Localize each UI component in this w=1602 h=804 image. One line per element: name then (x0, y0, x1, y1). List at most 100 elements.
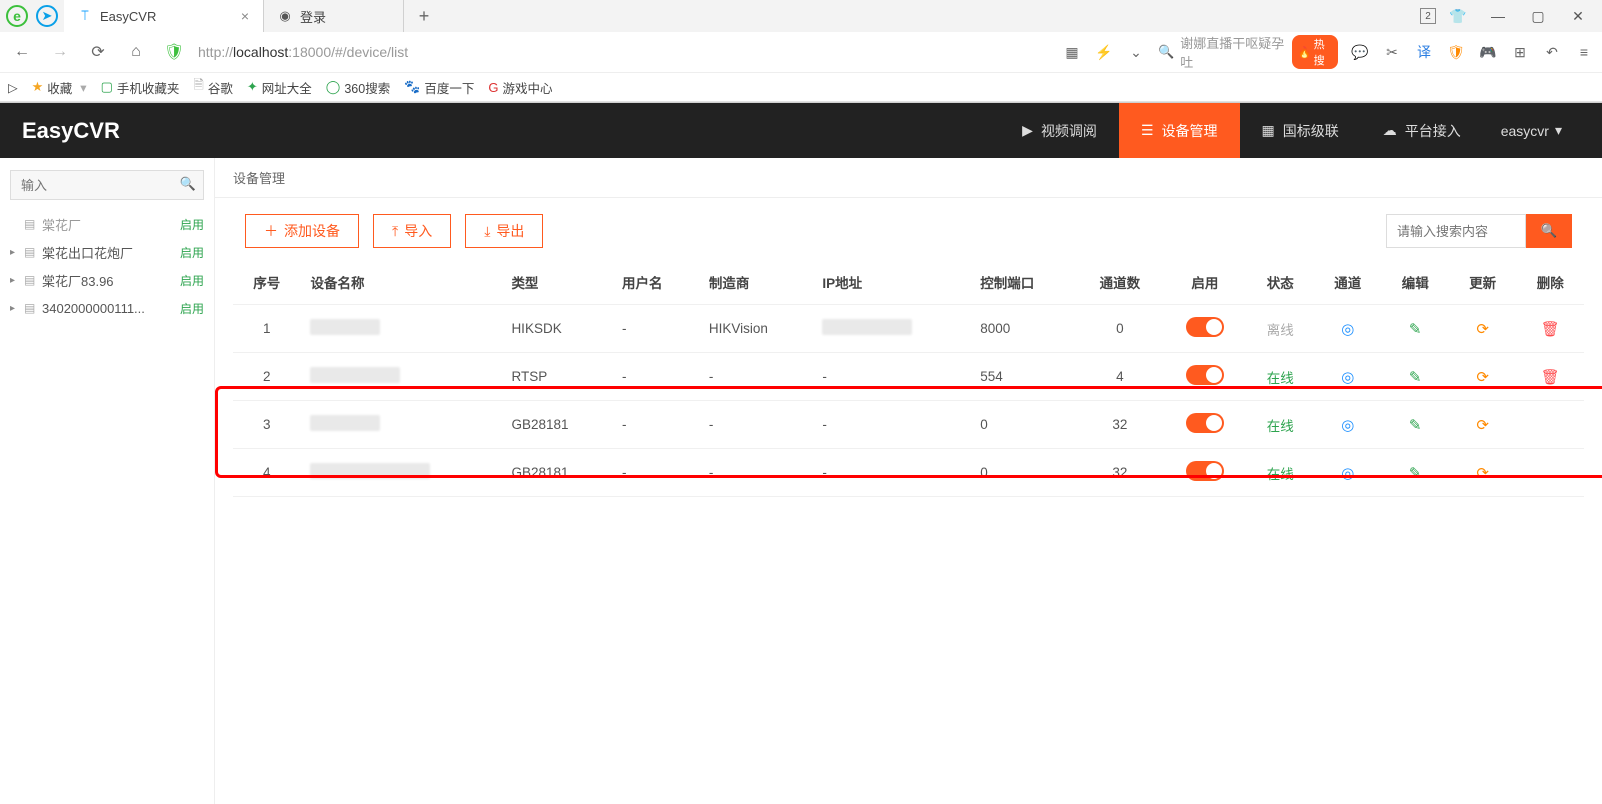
chevron-down-icon: ▾ (1555, 122, 1562, 139)
undo-icon[interactable]: ↶ (1542, 42, 1562, 62)
maximize-icon[interactable]: ▢ (1520, 2, 1556, 30)
col-header: 编辑 (1381, 260, 1448, 305)
chat-icon[interactable]: 💬 (1350, 42, 1370, 62)
search-icon[interactable]: 🔍 (180, 176, 196, 192)
refresh-icon[interactable]: ⟳ (1476, 321, 1489, 338)
cell-channel: ◎ (1314, 401, 1381, 449)
badge-icon[interactable]: 2 (1420, 8, 1436, 24)
channel-icon[interactable]: ◎ (1341, 369, 1354, 386)
device-icon: ▤ (24, 245, 42, 259)
game-icon[interactable]: 🎮 (1478, 42, 1498, 62)
cell-ip (812, 305, 970, 353)
bm-favorites[interactable]: ★收藏▾ (32, 78, 87, 97)
bm-sites[interactable]: ✦网址大全 (247, 78, 312, 97)
chevron-down-icon[interactable]: ⌄ (1126, 42, 1146, 62)
enable-toggle[interactable] (1186, 317, 1224, 337)
translate-icon[interactable]: 译 (1414, 42, 1434, 62)
tab-title: EasyCVR (100, 9, 233, 24)
qr-icon[interactable]: ▦ (1062, 42, 1082, 62)
reload-icon[interactable]: ⟳ (84, 38, 112, 66)
cell-user: - (612, 305, 699, 353)
shield-ext-icon[interactable]: 🛡 (1446, 42, 1466, 62)
enable-toggle[interactable] (1186, 413, 1224, 433)
nav-cascade[interactable]: ▦国标级联 (1240, 103, 1361, 158)
tab-login[interactable]: ◉ 登录 (264, 0, 404, 32)
omnibox-search[interactable]: 🔍 谢娜直播干呕疑孕吐 🔥热搜 (1158, 33, 1338, 71)
enable-toggle[interactable] (1186, 365, 1224, 385)
add-device-button[interactable]: ＋添加设备 (245, 214, 359, 248)
tree-item[interactable]: ▸▤棠花厂83.96启用 (10, 266, 204, 294)
cell-type: GB28181 (501, 449, 612, 497)
back-icon[interactable]: ← (8, 38, 36, 66)
home-icon[interactable]: ⌂ (122, 38, 150, 66)
nav-platform[interactable]: ☁平台接入 (1361, 103, 1483, 158)
cell-delete: 🗑 (1516, 353, 1584, 401)
edit-icon[interactable]: ✎ (1409, 369, 1422, 386)
col-header: 通道数 (1076, 260, 1163, 305)
device-icon: ▤ (24, 301, 42, 315)
edit-icon[interactable]: ✎ (1409, 321, 1422, 338)
cell-ip: - (812, 353, 970, 401)
cell-maker: - (699, 449, 812, 497)
close-window-icon[interactable]: ✕ (1560, 2, 1596, 30)
tree-root[interactable]: ▸▤ 棠花厂 启用 (10, 210, 204, 238)
cell-port: 554 (970, 353, 1076, 401)
user-menu[interactable]: easycvr▾ (1483, 122, 1580, 139)
col-header: 启用 (1163, 260, 1246, 305)
upload-icon: ⤒ (392, 223, 398, 240)
sidebar-search-input[interactable] (10, 170, 204, 200)
cell-refresh: ⟳ (1449, 353, 1516, 401)
tree-item[interactable]: ▸▤3402000000111...启用 (10, 294, 204, 322)
channel-icon[interactable]: ◎ (1341, 465, 1354, 482)
table-search-input[interactable] (1386, 214, 1526, 248)
cell-channels: 4 (1076, 353, 1163, 401)
new-tab-button[interactable]: + (404, 0, 444, 32)
tab-easycvr[interactable]: ⟙ EasyCVR × (64, 0, 264, 32)
cell-type: HIKSDK (501, 305, 612, 353)
bm-baidu[interactable]: 🐾百度一下 (404, 78, 474, 97)
edit-icon[interactable]: ✎ (1409, 417, 1422, 434)
cell-ip: - (812, 401, 970, 449)
cell-channel: ◎ (1314, 449, 1381, 497)
bm-expand-icon[interactable]: ▷ (8, 80, 18, 95)
forward-icon[interactable]: → (46, 38, 74, 66)
refresh-icon[interactable]: ⟳ (1476, 417, 1489, 434)
sidebar: 🔍 ▸▤ 棠花厂 启用 ▸▤棠花出口花炮厂启用▸▤棠花厂83.96启用▸▤340… (0, 158, 215, 804)
bm-games[interactable]: G游戏中心 (488, 78, 552, 97)
refresh-icon[interactable]: ⟳ (1476, 369, 1489, 386)
tab-close-icon[interactable]: × (241, 8, 249, 24)
bm-360[interactable]: ◯360搜索 (326, 78, 390, 97)
apps-icon[interactable]: ⊞ (1510, 42, 1530, 62)
url-field[interactable]: http://localhost:18000/#/device/list (198, 44, 1052, 60)
menu-icon[interactable]: ≡ (1574, 42, 1594, 62)
cell-user: - (612, 353, 699, 401)
nav-video[interactable]: ▶视频调阅 (1000, 103, 1119, 158)
address-bar: ← → ⟳ ⌂ 🛡 http://localhost:18000/#/devic… (0, 32, 1602, 72)
location-icon[interactable]: ➤ (36, 5, 58, 27)
minimize-icon[interactable]: — (1480, 2, 1516, 30)
delete-icon[interactable]: 🗑 (1541, 321, 1560, 338)
tab-title: 登录 (300, 7, 389, 26)
scissors-icon[interactable]: ✂ (1382, 42, 1402, 62)
cell-status: 在线 (1247, 353, 1314, 401)
channel-icon[interactable]: ◎ (1341, 417, 1354, 434)
cell-maker: - (699, 401, 812, 449)
delete-icon[interactable]: 🗑 (1541, 369, 1560, 386)
server-icon: ▤ (24, 217, 42, 231)
cell-refresh: ⟳ (1449, 449, 1516, 497)
edit-icon[interactable]: ✎ (1409, 465, 1422, 482)
nav-device[interactable]: ☰设备管理 (1119, 103, 1240, 158)
enable-toggle[interactable] (1186, 461, 1224, 481)
cell-status: 离线 (1247, 305, 1314, 353)
export-button[interactable]: ⤓导出 (465, 214, 543, 248)
channel-icon[interactable]: ◎ (1341, 321, 1354, 338)
tree-item[interactable]: ▸▤棠花出口花炮厂启用 (10, 238, 204, 266)
brand-title: EasyCVR (22, 118, 120, 144)
table-search-button[interactable]: 🔍 (1526, 214, 1572, 248)
bolt-icon[interactable]: ⚡ (1094, 42, 1114, 62)
refresh-icon[interactable]: ⟳ (1476, 465, 1489, 482)
shop-icon[interactable]: 👕 (1440, 2, 1476, 30)
bm-mobile[interactable]: ▢手机收藏夹 (101, 78, 180, 97)
import-button[interactable]: ⤒导入 (373, 214, 451, 248)
bm-google[interactable]: 🗎谷歌 (193, 76, 232, 98)
